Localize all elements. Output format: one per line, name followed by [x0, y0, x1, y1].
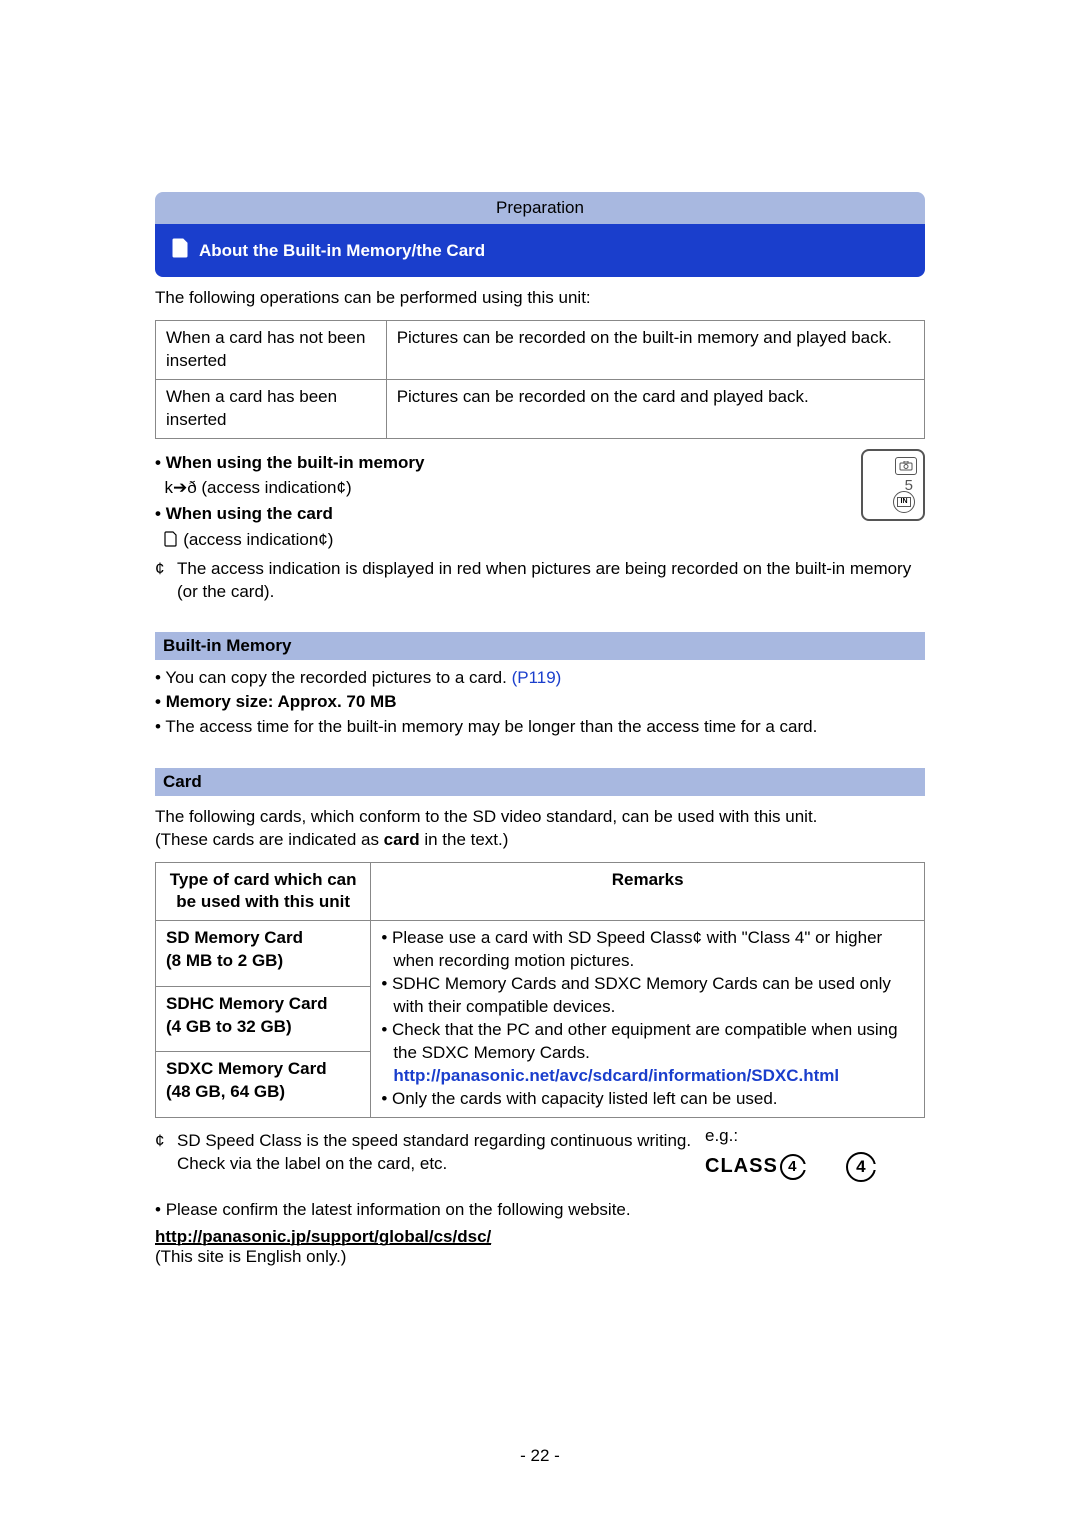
card-type-header: Type of card which can be used with this…	[156, 862, 371, 921]
camera-icon	[895, 457, 917, 475]
sdxc-link[interactable]: http://panasonic.net/avc/sdcard/informat…	[393, 1066, 839, 1085]
list-item: Check that the PC and other equipment ar…	[381, 1019, 914, 1065]
list-item: The access time for the built-in memory …	[155, 715, 925, 740]
memory-icon	[171, 238, 199, 263]
card-intro: The following cards, which conform to th…	[155, 806, 925, 829]
card-line: (access indication¢)	[155, 528, 851, 552]
card-types-table: Type of card which can be used with this…	[155, 862, 925, 1118]
speed-note-text: SD Speed Class is the speed standard reg…	[177, 1130, 705, 1176]
card-type-cell: SDXC Memory Card (48 GB, 64 GB)	[156, 1052, 371, 1118]
section-label: Preparation	[496, 198, 584, 217]
table-row: SD Memory Card (8 MB to 2 GB) Please use…	[156, 921, 925, 987]
speed-note-row: ¢ SD Speed Class is the speed standard r…	[155, 1126, 925, 1182]
footnote-mark: ¢	[155, 558, 177, 604]
list-item: Memory size: Approx. 70 MB	[155, 690, 925, 715]
ops-cell-right: Pictures can be recorded on the built-in…	[386, 320, 924, 379]
in-label: IN	[897, 497, 911, 507]
page-number: - 22 -	[0, 1446, 1080, 1466]
sd-icon	[164, 530, 178, 549]
class-logos: CLASS4 4	[705, 1152, 925, 1182]
website-link[interactable]: http://panasonic.jp/support/global/cs/ds…	[155, 1227, 491, 1245]
list-item: Please use a card with SD Speed Class¢ w…	[381, 927, 914, 973]
card-type-cell: SD Memory Card (8 MB to 2 GB)	[156, 921, 371, 987]
list-item: SDHC Memory Cards and SDXC Memory Cards …	[381, 973, 914, 1019]
card-intro2: (These cards are indicated as card in th…	[155, 829, 925, 852]
remarks-header: Remarks	[371, 862, 925, 921]
operations-table: When a card has not been inserted Pictur…	[155, 320, 925, 439]
list-item: Only the cards with capacity listed left…	[381, 1088, 914, 1111]
eg-label: e.g.:	[705, 1126, 925, 1146]
card-heading: • When using the card	[155, 502, 851, 526]
indicator-row: • When using the built-in memory k➔ð (ac…	[155, 449, 925, 554]
page: Preparation About the Built-in Memory/th…	[0, 0, 1080, 1526]
footnote-text: The access indication is displayed in re…	[177, 558, 925, 604]
intro-text: The following operations can be performe…	[155, 287, 925, 310]
table-row: When a card has been inserted Pictures c…	[156, 379, 925, 438]
card-heading-bar: Card	[155, 768, 925, 796]
english-only-note: (This site is English only.)	[155, 1247, 925, 1267]
class4-logo-a: CLASS4	[705, 1154, 806, 1180]
in-indicator: IN	[893, 491, 915, 513]
access-footnote: ¢ The access indication is displayed in …	[155, 558, 925, 604]
footnote-mark: ¢	[155, 1130, 177, 1176]
list-item: Please confirm the latest information on…	[155, 1198, 925, 1223]
lcd-diagram: 5 IN	[861, 449, 925, 521]
page-title: About the Built-in Memory/the Card	[199, 241, 485, 261]
builtin-heading: • When using the built-in memory	[155, 451, 851, 475]
builtin-memory-heading: Built-in Memory	[155, 632, 925, 660]
section-label-bar: Preparation	[155, 192, 925, 224]
remarks-cell: Please use a card with SD Speed Class¢ w…	[371, 921, 925, 1118]
list-item: You can copy the recorded pictures to a …	[155, 666, 925, 691]
ops-cell-left: When a card has not been inserted	[156, 320, 387, 379]
table-row: When a card has not been inserted Pictur…	[156, 320, 925, 379]
confirm-bullet: Please confirm the latest information on…	[155, 1198, 925, 1223]
ops-cell-left: When a card has been inserted	[156, 379, 387, 438]
page-title-bar: About the Built-in Memory/the Card	[155, 224, 925, 277]
ops-cell-right: Pictures can be recorded on the card and…	[386, 379, 924, 438]
class4-logo-b: 4	[846, 1152, 876, 1182]
table-header-row: Type of card which can be used with this…	[156, 862, 925, 921]
builtin-bullets: You can copy the recorded pictures to a …	[155, 666, 925, 740]
card-type-cell: SDHC Memory Card (4 GB to 32 GB)	[156, 986, 371, 1052]
builtin-line: k➔ð (access indication¢)	[155, 476, 851, 500]
page-link[interactable]: (P119)	[512, 668, 562, 687]
